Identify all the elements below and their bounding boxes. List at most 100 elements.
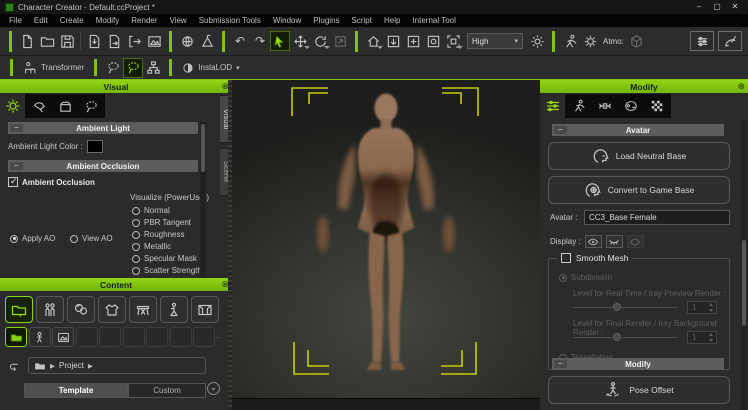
content-panel-header[interactable]: Content ⊗ xyxy=(0,278,232,291)
radio-icon[interactable] xyxy=(132,255,140,263)
collapse-icon[interactable]: − xyxy=(10,124,23,132)
ambient-light-color-swatch[interactable] xyxy=(87,140,103,153)
menu-window[interactable]: Window xyxy=(267,14,307,27)
radio-icon[interactable] xyxy=(132,243,140,251)
light-tab-icon[interactable] xyxy=(29,96,49,116)
display-eyelash-button[interactable] xyxy=(606,235,623,248)
camera-orbit-button[interactable] xyxy=(423,31,443,51)
scale-tool-button[interactable] xyxy=(330,31,350,51)
transformer-button[interactable]: Transformer xyxy=(19,58,88,78)
menu-create[interactable]: Create xyxy=(54,14,90,27)
category-stage-button[interactable] xyxy=(191,296,219,323)
apply-ao-radio-row[interactable]: Apply AO xyxy=(10,234,55,243)
visualize-option-scatter-strength[interactable]: Scatter Strength xyxy=(132,266,202,275)
instalod-button[interactable]: InstaLOD ▾ xyxy=(178,58,243,78)
import-avatar-button[interactable] xyxy=(84,31,104,51)
render-settings-button[interactable] xyxy=(690,31,714,51)
pose-offset-button[interactable]: Pose Offset xyxy=(548,376,730,404)
tab-template[interactable]: Template xyxy=(24,383,128,398)
radio-icon[interactable] xyxy=(132,231,140,239)
breadcrumb[interactable]: ▶ Project ▶ xyxy=(28,357,206,374)
final-render-button[interactable] xyxy=(718,31,742,51)
skeleton-hierarchy-button[interactable] xyxy=(143,58,163,78)
back-folder-button[interactable] xyxy=(4,357,24,377)
save-project-button[interactable] xyxy=(57,31,77,51)
close-button[interactable]: ✕ xyxy=(727,1,743,13)
menu-script[interactable]: Script xyxy=(346,14,378,27)
modify-sliders-tab-icon[interactable] xyxy=(543,96,563,116)
redo-button[interactable]: ↷ xyxy=(250,31,270,51)
transform-tab-icon[interactable] xyxy=(595,96,615,116)
maximize-button[interactable]: ▢ xyxy=(709,1,725,13)
visual-panel-scrollbar[interactable] xyxy=(200,122,206,278)
camera-down-button[interactable] xyxy=(383,31,403,51)
new-project-button[interactable] xyxy=(17,31,37,51)
camera-pan-button[interactable] xyxy=(403,31,423,51)
edit-mesh-active-button[interactable] xyxy=(123,58,143,78)
menu-help[interactable]: Help xyxy=(378,14,406,27)
bake-button[interactable] xyxy=(197,31,217,51)
minimize-button[interactable]: – xyxy=(691,1,707,13)
texture-tab-icon[interactable] xyxy=(621,96,641,116)
rotate-tool-button[interactable] xyxy=(310,31,330,51)
category-accessory-button[interactable] xyxy=(129,296,157,323)
collapse-icon[interactable]: − xyxy=(554,360,567,368)
visualize-option-roughness[interactable]: Roughness xyxy=(132,230,184,239)
subcategory-folder-button[interactable] xyxy=(5,327,27,347)
lighting-button[interactable] xyxy=(527,31,547,51)
avatar-section-header[interactable]: − Avatar xyxy=(552,124,724,136)
move-tool-button[interactable] xyxy=(290,31,310,51)
ambient-occlusion-checkbox-row[interactable]: Ambient Occlusion xyxy=(8,177,95,187)
props-box-button[interactable] xyxy=(627,31,647,51)
menu-submission-tools[interactable]: Submission Tools xyxy=(193,14,267,27)
smooth-mesh-row[interactable]: Smooth Mesh xyxy=(557,253,632,263)
pattern-tab-icon[interactable] xyxy=(647,96,667,116)
visualize-option-specular-mask[interactable]: Specular Mask xyxy=(132,254,197,263)
undo-button[interactable]: ↶ xyxy=(230,31,250,51)
breadcrumb-project[interactable]: Project xyxy=(59,361,84,370)
collapse-icon[interactable]: − xyxy=(554,126,567,134)
modify-panel-scrollbar[interactable] xyxy=(741,120,747,410)
menu-modify[interactable]: Modify xyxy=(90,14,126,27)
category-cloth-button[interactable] xyxy=(98,296,126,323)
modify-section-header[interactable]: − Modify xyxy=(552,358,724,370)
close-panel-icon[interactable]: ⊗ xyxy=(737,81,745,92)
menu-edit[interactable]: Edit xyxy=(28,14,54,27)
subcategory-image-button[interactable] xyxy=(52,327,74,347)
motion-tab-icon[interactable] xyxy=(569,96,589,116)
edit-mesh-button[interactable] xyxy=(103,58,123,78)
view-ao-radio-row[interactable]: View AO xyxy=(70,234,113,243)
menu-internal-tool[interactable]: Internal Tool xyxy=(406,14,461,27)
subcategory-avatar-button[interactable] xyxy=(29,327,51,347)
radio-icon[interactable] xyxy=(10,235,18,243)
convert-to-game-base-button[interactable]: Convert to Game Base xyxy=(548,176,730,204)
category-material-button[interactable] xyxy=(67,296,95,323)
modify-panel-header[interactable]: Modify ⊗ xyxy=(540,80,748,93)
update-check-button[interactable] xyxy=(177,31,197,51)
category-motion-button[interactable] xyxy=(160,296,188,323)
radio-icon[interactable] xyxy=(132,219,140,227)
shadow-tab-icon[interactable] xyxy=(55,96,75,116)
open-project-button[interactable] xyxy=(37,31,57,51)
display-eye-button[interactable] xyxy=(585,235,602,248)
menu-view[interactable]: View xyxy=(164,14,193,27)
export-button[interactable] xyxy=(124,31,144,51)
render-settings-tab-icon[interactable] xyxy=(3,96,23,116)
radio-icon[interactable] xyxy=(70,235,78,243)
frame-fit-button[interactable] xyxy=(443,31,463,51)
radio-icon[interactable] xyxy=(132,267,140,275)
menu-render[interactable]: Render xyxy=(125,14,163,27)
edit-display-tab-icon[interactable] xyxy=(81,96,101,116)
ambient-occlusion-checkbox[interactable] xyxy=(8,177,18,187)
visual-panel-header[interactable]: Visual ⊗ xyxy=(0,80,232,93)
smooth-mesh-checkbox[interactable] xyxy=(561,253,571,263)
quality-dropdown[interactable]: High ▾ xyxy=(467,33,523,49)
ambient-light-section-header[interactable]: − Ambient Light xyxy=(8,122,198,134)
export-image-button[interactable] xyxy=(144,31,164,51)
tab-custom[interactable]: Custom xyxy=(128,383,206,398)
expand-chevron-button[interactable]: ⌄ xyxy=(207,382,220,395)
load-neutral-base-button[interactable]: Load Neutral Base xyxy=(548,142,730,170)
menu-plugins[interactable]: Plugins xyxy=(307,14,345,27)
home-camera-button[interactable] xyxy=(363,31,383,51)
radio-icon[interactable] xyxy=(132,207,140,215)
